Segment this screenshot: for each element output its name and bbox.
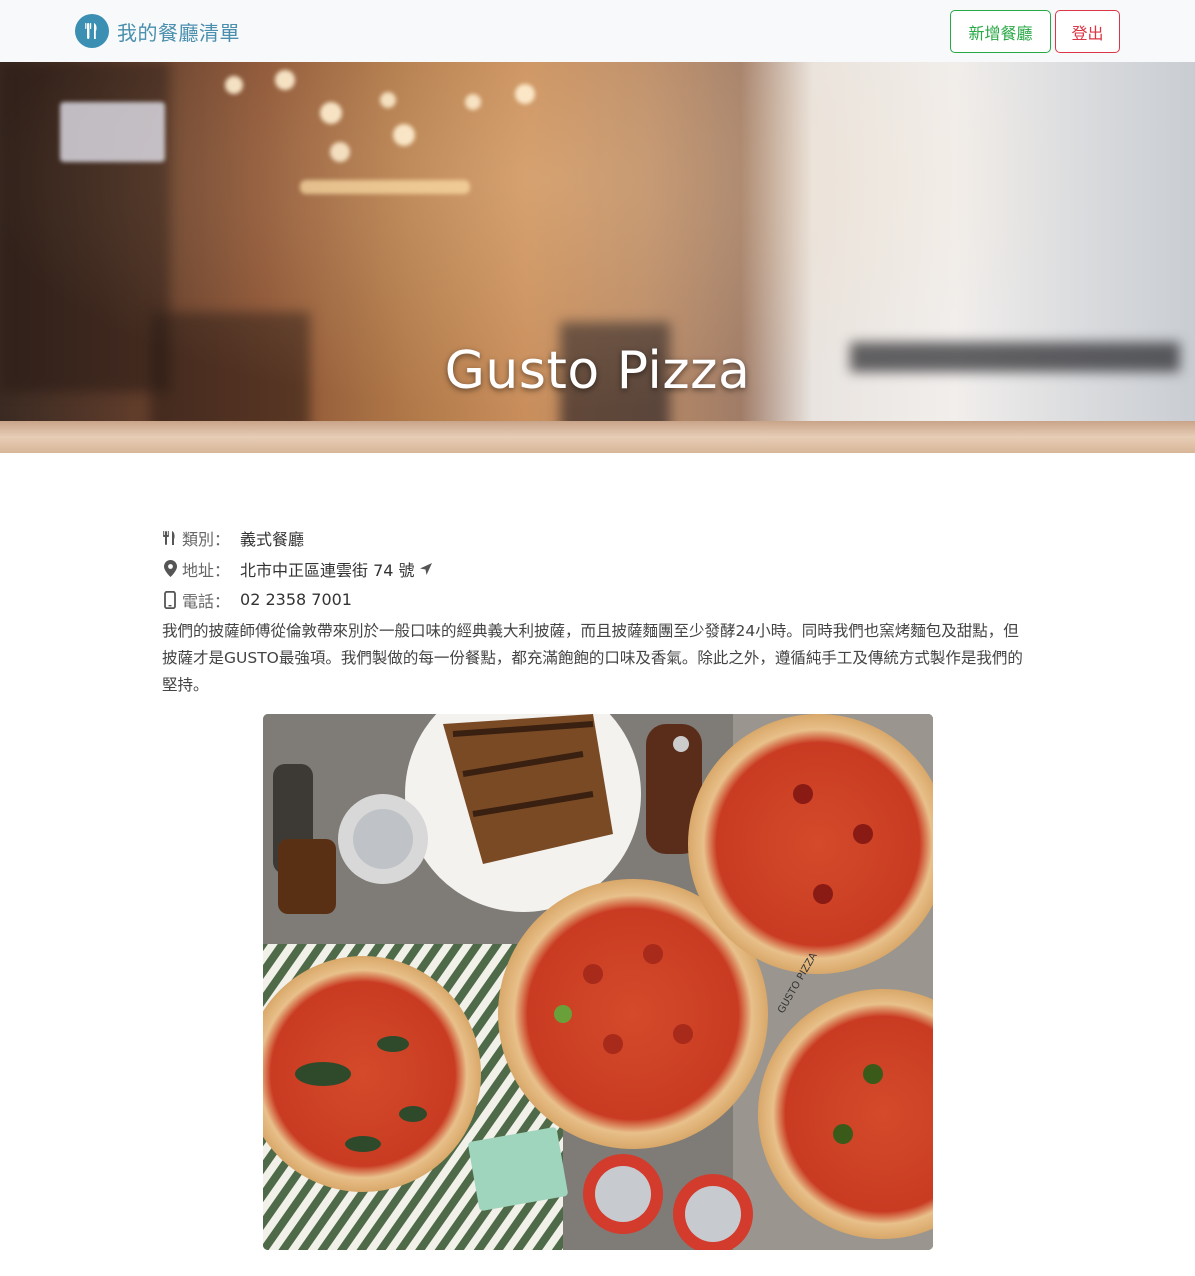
logout-button[interactable]: 登出 (1055, 10, 1120, 53)
utensils-icon (75, 14, 109, 48)
restaurant-info: 類別： 義式餐廳 地址： 北市中正區連雲街 74 號 電話： 02 2358 7… (162, 522, 1032, 699)
category-value: 義式餐廳 (240, 529, 305, 549)
navbar: 我的餐廳清單 新增餐廳 登出 (0, 0, 1195, 62)
location-arrow-icon[interactable] (419, 562, 433, 576)
address-row: 地址： 北市中正區連雲街 74 號 (162, 553, 1032, 584)
restaurant-name-title: Gusto Pizza (444, 341, 751, 401)
mobile-phone-icon (162, 590, 178, 609)
address-label: 地址： (182, 560, 231, 580)
brand-title: 我的餐廳清單 (117, 20, 240, 45)
address-value: 北市中正區連雲街 74 號 (240, 560, 415, 580)
restaurant-description: 我們的披薩師傅從倫敦帶來別於一般口味的經典義大利披薩，而且披薩麵團至少發酵24小… (162, 622, 1023, 694)
map-marker-icon (162, 560, 178, 578)
phone-row: 電話： 02 2358 7001 (162, 584, 1032, 615)
restaurant-photo: GUSTO PIZZA (263, 714, 933, 1250)
add-restaurant-button[interactable]: 新增餐廳 (950, 10, 1051, 53)
phone-value: 02 2358 7001 (240, 590, 352, 609)
brand-link[interactable]: 我的餐廳清單 (75, 13, 240, 49)
hero-banner: Gusto Pizza (0, 62, 1195, 453)
utensils-icon (162, 529, 178, 547)
category-label: 類別： (182, 529, 231, 549)
phone-label: 電話： (182, 591, 231, 611)
category-row: 類別： 義式餐廳 (162, 522, 1032, 553)
